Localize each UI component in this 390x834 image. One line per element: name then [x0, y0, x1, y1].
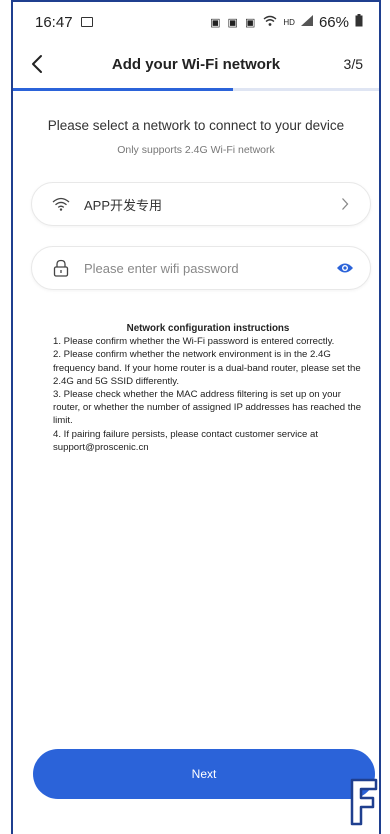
step-indicator: 3/5 [343, 56, 363, 72]
next-button[interactable]: Next [33, 749, 375, 799]
gallery-icon [80, 17, 93, 27]
wifi-status-icon [263, 15, 277, 30]
status-bar: 16:47 ▣ ▣ ▣ HD 66% [13, 2, 379, 42]
network-instructions: Network configuration instructions 1. Pl… [53, 322, 363, 454]
band-hint: Only supports 2.4G Wi-Fi network [117, 144, 275, 156]
status-time: 16:47 [35, 13, 73, 31]
back-button[interactable] [23, 50, 51, 78]
select-network-prompt: Please select a network to connect to yo… [47, 118, 345, 133]
lock-icon [50, 257, 72, 279]
chevron-left-icon [32, 55, 42, 73]
network-type-label: HD [283, 17, 295, 27]
f-logo-icon [350, 778, 378, 826]
signal-icon [300, 15, 313, 29]
instruction-item: 2. Please confirm whether the network en… [53, 349, 361, 387]
instruction-item: 1. Please confirm whether the Wi-Fi pass… [53, 336, 335, 348]
instruction-item: 3. Please check whether the MAC address … [53, 389, 362, 427]
instruction-item: 4. If pairing failure persists, please c… [53, 428, 319, 453]
wifi-icon [50, 193, 72, 215]
wifi-password-input[interactable] [84, 260, 334, 276]
battery-percent: 66% [318, 13, 349, 31]
progress-fill [13, 88, 233, 91]
page-title: Add your Wi-Fi network [111, 55, 281, 73]
network-ssid: APP开发专用 [84, 197, 163, 213]
eye-icon[interactable] [334, 257, 356, 279]
password-field-container [31, 246, 371, 290]
instructions-title: Network configuration instructions [126, 323, 290, 334]
battery-icon [355, 14, 363, 30]
progress-bar [13, 88, 379, 91]
notification-icons: ▣ ▣ ▣ [210, 16, 258, 29]
header: Add your Wi-Fi network 3/5 [13, 44, 379, 84]
network-selector[interactable]: APP开发专用 [31, 182, 371, 226]
chevron-right-icon [334, 193, 356, 215]
app-frame: 16:47 ▣ ▣ ▣ HD 66% Add your Wi-Fi networ… [11, 0, 381, 834]
